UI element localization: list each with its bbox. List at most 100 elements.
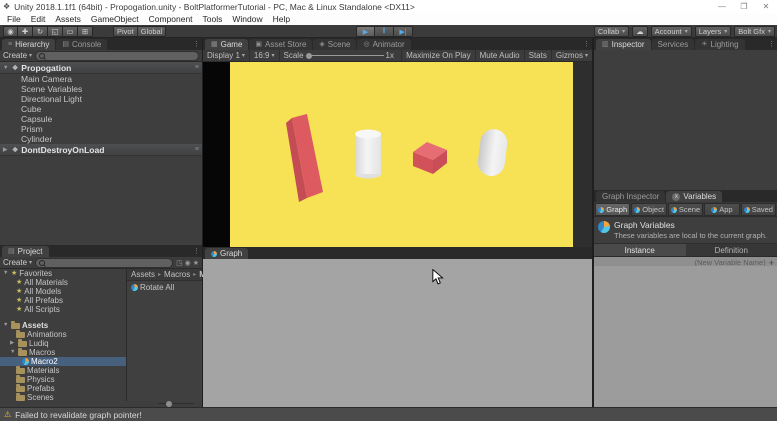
hierarchy-item-prism[interactable]: Prism — [0, 124, 202, 134]
aspect-ratio-dropdown[interactable]: 16:9▾ — [250, 50, 280, 61]
display-dropdown[interactable]: Display 1▾ — [203, 50, 250, 61]
cloud-button[interactable]: ☁ — [632, 26, 648, 37]
hierarchy-item-capsule[interactable]: Capsule — [0, 114, 202, 124]
account-dropdown[interactable]: Account▾ — [651, 26, 692, 37]
assets-root[interactable]: ▼Assets — [0, 321, 126, 330]
hierarchy-item-cylinder[interactable]: Cylinder — [0, 134, 202, 144]
scope-app[interactable]: App — [704, 203, 739, 216]
close-button[interactable]: ✕ — [755, 2, 777, 11]
hierarchy-search-input[interactable] — [35, 51, 199, 61]
tab-asset-store[interactable]: ▣Asset Store — [249, 39, 312, 50]
maximize-button[interactable]: ❐ — [733, 2, 755, 11]
project-search-input[interactable] — [35, 258, 173, 268]
menu-gameobject[interactable]: GameObject — [86, 14, 144, 24]
hierarchy-item-cube[interactable]: Cube — [0, 104, 202, 114]
stats-toggle[interactable]: Stats — [524, 50, 551, 61]
foldout-open-icon[interactable]: ▼ — [3, 321, 9, 330]
tab-lighting[interactable]: ☀Lighting — [695, 39, 744, 50]
tab-definition[interactable]: Definition — [686, 244, 777, 256]
collab-button[interactable]: Collab▾ — [594, 26, 629, 37]
tab-console[interactable]: ▤Console — [56, 39, 107, 50]
folder-materials[interactable]: Materials — [0, 366, 126, 375]
rect-tool-button[interactable]: ▭ — [63, 26, 78, 37]
scale-slider[interactable]: Scale1x — [280, 50, 398, 61]
tab-project[interactable]: ▤Project — [2, 246, 49, 257]
tab-variables[interactable]: xVariables — [666, 191, 722, 202]
favorite-all-materials[interactable]: ★All Materials — [0, 278, 126, 287]
hierarchy-item-scene-variables[interactable]: Scene Variables — [0, 84, 202, 94]
mute-audio-toggle[interactable]: Mute Audio — [475, 50, 524, 61]
folder-scenes[interactable]: Scenes — [0, 393, 126, 401]
scale-slider-track[interactable] — [306, 55, 384, 56]
tab-inspector[interactable]: ▥Inspector — [596, 39, 651, 50]
scene-menu-icon[interactable]: ≡ — [195, 64, 199, 71]
hierarchy-create-button[interactable]: Create▾ — [3, 51, 32, 60]
foldout-open-icon[interactable]: ▼ — [3, 65, 9, 71]
scope-saved[interactable]: Saved — [741, 203, 776, 216]
foldout-closed-icon[interactable]: ▶ — [10, 339, 16, 348]
panel-menu-icon[interactable]: ⋮ — [768, 40, 775, 48]
asset-macro2-selected[interactable]: Macro2 — [0, 357, 126, 366]
folder-physics[interactable]: Physics — [0, 375, 126, 384]
breadcrumb-assets[interactable]: Assets — [131, 270, 155, 279]
pause-button[interactable]: ‖ — [375, 26, 394, 37]
layout-dropdown[interactable]: Bolt Gfx▾ — [734, 26, 775, 37]
folder-animations[interactable]: Animations — [0, 330, 126, 339]
slider-knob[interactable] — [166, 401, 172, 407]
hierarchy-item-directional-light[interactable]: Directional Light — [0, 94, 202, 104]
panel-menu-icon[interactable]: ⋮ — [193, 247, 200, 255]
favorite-all-scripts[interactable]: ★All Scripts — [0, 305, 126, 314]
menu-file[interactable]: File — [2, 14, 26, 24]
favorites-root[interactable]: ▼★Favorites — [0, 269, 126, 278]
layers-dropdown[interactable]: Layers▾ — [695, 26, 732, 37]
step-button[interactable]: ▶| — [394, 26, 413, 37]
tab-instance[interactable]: Instance — [594, 244, 686, 256]
scene-menu-icon[interactable]: ≡ — [195, 146, 199, 153]
asset-rotate-all[interactable]: Rotate All — [127, 283, 202, 292]
search-filter-icons[interactable]: ◳ ◉ ★ — [176, 259, 199, 267]
global-toggle-button[interactable]: Global — [138, 26, 167, 37]
project-create-button[interactable]: Create▾ — [3, 258, 32, 267]
favorite-all-prefabs[interactable]: ★All Prefabs — [0, 296, 126, 305]
icon-size-slider[interactable] — [158, 403, 194, 404]
status-bar[interactable]: ⚠ Failed to revalidate graph pointer! — [0, 407, 777, 421]
foldout-open-icon[interactable]: ▼ — [3, 269, 9, 278]
scope-graph[interactable]: Graph — [595, 203, 630, 216]
play-button[interactable]: ▶ — [356, 26, 375, 37]
folder-ludiq[interactable]: ▶Ludiq — [0, 339, 126, 348]
graph-canvas[interactable] — [203, 259, 592, 407]
scope-scene[interactable]: Scene — [668, 203, 703, 216]
panel-menu-icon[interactable]: ⋮ — [193, 40, 200, 48]
foldout-closed-icon[interactable]: ▶ — [3, 147, 9, 153]
folder-macros[interactable]: ▼Macros — [0, 348, 126, 357]
tab-hierarchy[interactable]: ≡Hierarchy — [2, 39, 55, 50]
tab-game[interactable]: ▦Game — [205, 39, 248, 50]
menu-tools[interactable]: Tools — [198, 14, 228, 24]
tab-animator[interactable]: ◎Animator — [357, 39, 410, 50]
move-tool-button[interactable]: ✚ — [18, 26, 33, 37]
hierarchy-item-main-camera[interactable]: Main Camera — [0, 74, 202, 84]
menu-edit[interactable]: Edit — [26, 14, 51, 24]
scope-object[interactable]: Object — [631, 203, 666, 216]
scene-row-propogation[interactable]: ▼ ❖ Propogation ≡ — [0, 62, 202, 74]
minimize-button[interactable]: — — [711, 2, 733, 11]
transform-tool-button[interactable]: ⊞ — [78, 26, 93, 37]
maximize-on-play-toggle[interactable]: Maximize On Play — [401, 50, 474, 61]
panel-menu-icon[interactable]: ⋮ — [583, 40, 590, 48]
scale-tool-button[interactable]: ◱ — [48, 26, 63, 37]
scale-slider-knob[interactable] — [306, 53, 312, 59]
menu-window[interactable]: Window — [227, 14, 267, 24]
rotate-tool-button[interactable]: ↻ — [33, 26, 48, 37]
folder-prefabs[interactable]: Prefabs — [0, 384, 126, 393]
tab-scene[interactable]: ◈Scene — [313, 39, 356, 50]
tab-graph-inspector[interactable]: Graph Inspector — [596, 191, 665, 202]
scene-row-dontdestroyonload[interactable]: ▶ ❖ DontDestroyOnLoad ≡ — [0, 144, 202, 156]
tab-graph[interactable]: Graph — [205, 248, 248, 259]
gizmos-dropdown[interactable]: Gizmos▾ — [551, 50, 592, 61]
hand-tool-button[interactable]: ◉ — [3, 26, 18, 37]
tab-services[interactable]: Services — [652, 39, 695, 50]
favorite-all-models[interactable]: ★All Models — [0, 287, 126, 296]
menu-help[interactable]: Help — [268, 14, 295, 24]
foldout-open-icon[interactable]: ▼ — [10, 348, 16, 357]
pivot-toggle-button[interactable]: Pivot — [113, 26, 138, 37]
